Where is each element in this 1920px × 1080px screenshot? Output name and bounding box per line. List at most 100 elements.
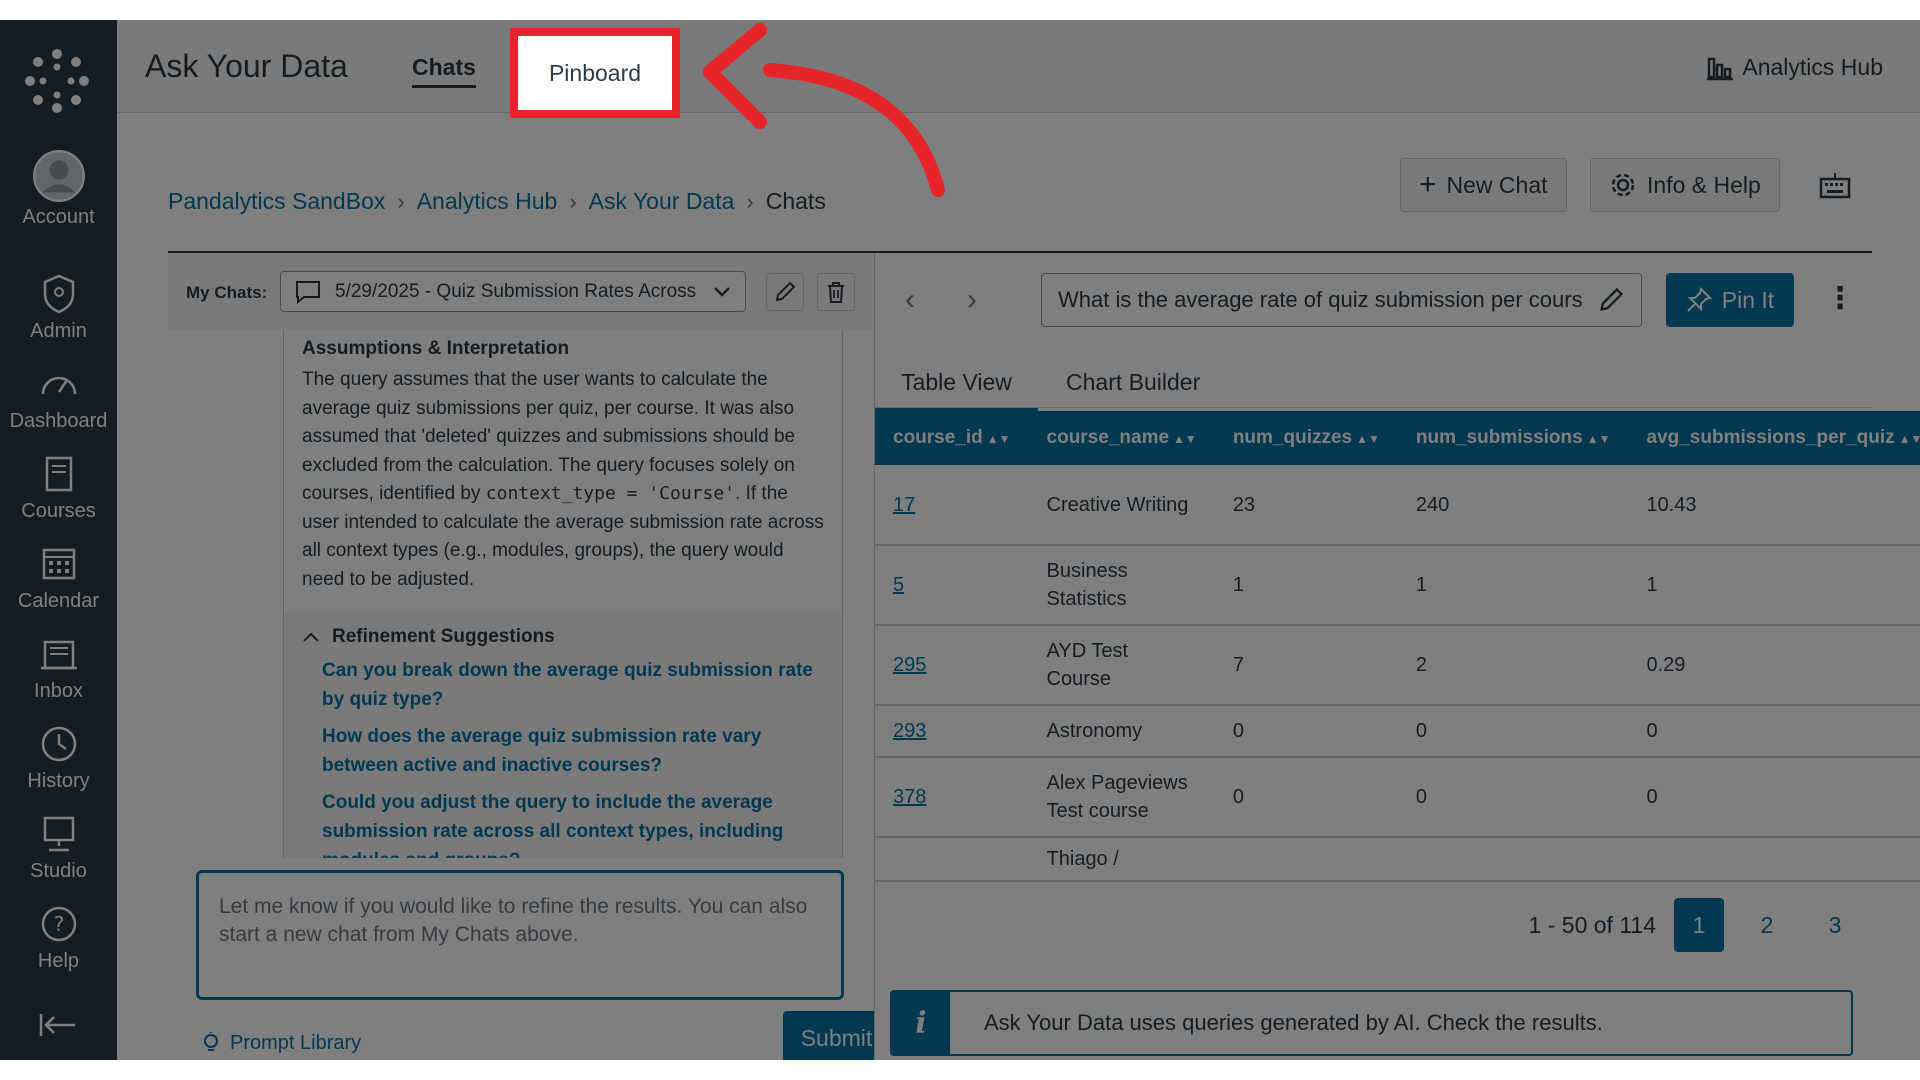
lightbulb-icon (204, 1032, 218, 1051)
tab-table-view[interactable]: Table View (875, 369, 1038, 412)
tab-chart-builder[interactable]: Chart Builder (1066, 369, 1200, 396)
column-header-num-submissions[interactable]: num_submissions ▲▼ (1397, 411, 1629, 465)
query-field[interactable]: What is the average rate of quiz submiss… (1041, 273, 1642, 327)
refinement-title: Refinement Suggestions (332, 626, 555, 647)
sort-icon: ▲▼ (1173, 432, 1197, 446)
sort-icon: ▲▼ (1356, 432, 1380, 446)
pin-it-button[interactable]: Pin It (1666, 273, 1794, 327)
num-submissions-cell: 0 (1397, 757, 1629, 838)
table-header-row: course_id ▲▼ course_name ▲▼ num_quizzes ▲▼ … (875, 411, 1920, 465)
my-chats-bar: My Chats: 5/29/2025 - Quiz Submission Ra… (168, 253, 872, 330)
suggestion-2[interactable]: How does the average quiz submission rat… (302, 722, 824, 780)
avg-submissions-cell (1628, 837, 1920, 882)
nav-inbox[interactable]: Inbox (0, 632, 117, 716)
edit-chat-button[interactable] (766, 273, 804, 311)
collapse-nav-icon[interactable] (38, 1010, 78, 1040)
pencil-icon (775, 281, 796, 302)
nav-history[interactable]: History (0, 722, 117, 806)
nav-dashboard[interactable]: Dashboard (0, 362, 117, 446)
canvas-logo-icon[interactable] (24, 48, 90, 114)
more-options-icon[interactable]: ⋮ (1825, 281, 1855, 316)
tab-pinboard[interactable]: Pinboard (510, 28, 680, 118)
table-row: 17 Creative Writing 23 240 10.43 (875, 465, 1920, 546)
chat-message-scroll[interactable]: Assumptions & Interpretation The query a… (283, 330, 843, 858)
num-submissions-cell (1397, 837, 1629, 882)
analytics-hub-link[interactable]: Analytics Hub (1706, 53, 1883, 81)
ai-notice-text: Ask Your Data uses queries generated by … (984, 1010, 1603, 1035)
column-header-num-quizzes[interactable]: num_quizzes ▲▼ (1214, 411, 1398, 465)
prompt-library-link[interactable]: Prompt Library (200, 1031, 361, 1055)
nav-studio-label: Studio (30, 860, 87, 882)
course-id-link[interactable]: 293 (893, 720, 926, 742)
nav-studio[interactable]: Studio (0, 812, 117, 896)
avg-submissions-cell: 10.43 (1628, 465, 1920, 546)
refinement-toggle[interactable]: Refinement Suggestions (302, 626, 824, 648)
info-help-button[interactable]: Info & Help (1590, 158, 1780, 212)
results-panel: ‹ › What is the average rate of quiz sub… (874, 253, 1920, 1060)
course-id-link[interactable]: 295 (893, 654, 926, 676)
num-quizzes-cell (1214, 837, 1398, 882)
nav-admin[interactable]: Admin (0, 272, 117, 356)
keyboard-icon[interactable] (1819, 170, 1851, 202)
course-name-cell: Creative Writing (1028, 465, 1215, 546)
num-submissions-cell: 2 (1397, 625, 1629, 706)
page-button-1[interactable]: 1 (1674, 898, 1724, 952)
query-history-nav: ‹ › (905, 283, 977, 317)
breadcrumb-analytics-hub[interactable]: Analytics Hub (417, 188, 558, 215)
app-window: Account Admin Dashboard Courses Calendar… (0, 20, 1920, 1060)
new-chat-label: New Chat (1446, 171, 1548, 198)
tab-pinboard-label: Pinboard (548, 59, 642, 86)
view-tabs: Table View Chart Builder (875, 353, 1872, 412)
nav-calendar-label: Calendar (17, 590, 100, 612)
new-chat-button[interactable]: + New Chat (1400, 158, 1567, 212)
chat-panel: My Chats: 5/29/2025 - Quiz Submission Ra… (168, 253, 890, 1060)
chevron-left-icon[interactable]: ‹ (905, 283, 915, 317)
chevron-right-icon[interactable]: › (967, 283, 977, 317)
nav-account[interactable]: Account (0, 150, 117, 234)
analytics-hub-label: Analytics Hub (1742, 53, 1883, 80)
admin-shield-icon (43, 274, 74, 314)
nav-courses[interactable]: Courses (0, 452, 117, 536)
nav-calendar[interactable]: Calendar (0, 542, 117, 626)
pencil-icon[interactable] (1597, 286, 1625, 314)
page-button-3[interactable]: 3 (1810, 898, 1860, 952)
table-row: 295 AYD Test Course 7 2 0.29 (875, 625, 1920, 706)
app-title: Ask Your Data (145, 48, 348, 84)
ai-notice-banner: i Ask Your Data uses queries generated b… (890, 990, 1853, 1056)
column-header-course-name[interactable]: course_name ▲▼ (1028, 411, 1215, 465)
tab-chats[interactable]: Chats (412, 54, 476, 88)
chat-select[interactable]: 5/29/2025 - Quiz Submission Rates Across… (280, 271, 746, 312)
course-name-cell: Astronomy (1028, 705, 1215, 758)
column-header-avg-submissions[interactable]: avg_submissions_per_quiz ▲▼ (1628, 411, 1920, 465)
num-quizzes-cell: 1 (1214, 545, 1398, 626)
delete-chat-button[interactable] (817, 273, 855, 311)
sort-icon: ▲▼ (986, 432, 1011, 446)
suggestion-1[interactable]: Can you break down the average quiz subm… (302, 656, 824, 714)
course-id-link[interactable]: 17 (893, 494, 915, 516)
course-id-link[interactable]: 378 (893, 786, 926, 808)
help-icon: ? (41, 906, 76, 942)
nav-help[interactable]: ? Help (0, 902, 117, 986)
assumptions-body: The query assumes that the user wants to… (302, 366, 824, 594)
course-name-cell: Thiago / (1028, 837, 1215, 882)
table-row: 5 Business Statistics 1 1 1 (875, 545, 1920, 626)
refine-input[interactable]: Let me know if you would like to refine … (196, 870, 844, 1000)
avg-submissions-cell: 0 (1628, 705, 1920, 758)
nav-help-label: Help (37, 950, 80, 972)
breadcrumb-sandbox[interactable]: Pandalytics SandBox (168, 188, 385, 215)
column-header-course-id[interactable]: course_id ▲▼ (875, 411, 1029, 465)
results-table: course_id ▲▼ course_name ▲▼ num_quizzes ▲▼ … (875, 411, 1920, 882)
num-submissions-cell: 1 (1397, 545, 1629, 626)
svg-text:?: ? (53, 912, 64, 936)
page-button-2[interactable]: 2 (1742, 898, 1792, 952)
chevron-down-icon (714, 286, 730, 297)
refinement-section: Refinement Suggestions Can you break dow… (284, 612, 842, 858)
chat-bubble-icon (296, 280, 320, 304)
selected-chat-text: 5/29/2025 - Quiz Submission Rates Across… (335, 280, 699, 302)
suggestion-3[interactable]: Could you adjust the query to include th… (302, 788, 824, 858)
inbox-icon (40, 640, 77, 670)
chevron-up-icon (303, 632, 319, 642)
sort-icon: ▲▼ (1898, 432, 1920, 446)
top-header: Ask Your Data Chats Analytics Hub (117, 20, 1920, 113)
course-id-link[interactable]: 5 (893, 574, 904, 596)
